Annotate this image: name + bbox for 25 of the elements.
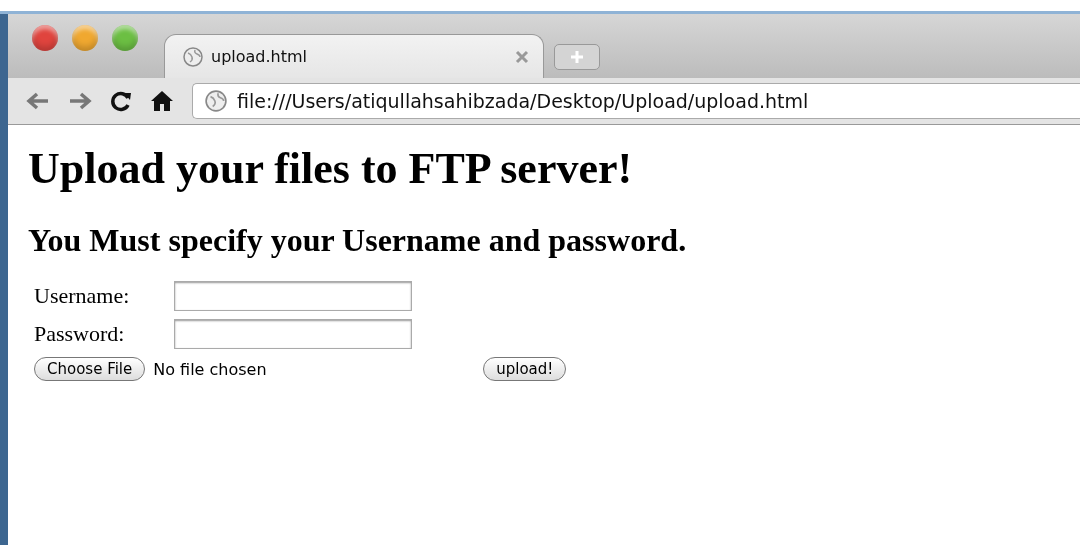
globe-icon xyxy=(183,46,203,67)
upload-button[interactable]: upload! xyxy=(483,357,567,381)
page-heading: Upload your files to FTP server! xyxy=(28,143,634,194)
new-tab-button[interactable] xyxy=(554,44,600,70)
field-label: Password: xyxy=(34,321,126,347)
page-subheading: You Must specify your Username and password. xyxy=(28,222,688,259)
plus-icon xyxy=(570,50,584,64)
tab-title: upload.html xyxy=(211,47,309,66)
input-field[interactable] xyxy=(174,319,412,349)
field-label: Username: xyxy=(34,283,131,309)
reload-icon[interactable] xyxy=(110,90,132,112)
address-bar[interactable]: file:///Users/atiqullahsahibzada/Desktop/Upload/upload.html xyxy=(192,83,1080,119)
forward-icon[interactable] xyxy=(68,91,92,111)
browser-tab[interactable]: upload.html xyxy=(164,34,544,78)
close-icon[interactable] xyxy=(515,49,529,64)
file-status: No file chosen xyxy=(153,359,268,379)
maximize-window-button[interactable] xyxy=(112,25,138,51)
input-field[interactable] xyxy=(174,281,412,311)
home-icon[interactable] xyxy=(150,90,174,112)
minimize-window-button[interactable] xyxy=(72,25,98,51)
choose-file-button[interactable]: Choose File xyxy=(34,357,146,381)
url-text: file:///Users/atiqullahsahibzada/Desktop/Upload/upload.html xyxy=(237,90,809,112)
back-icon[interactable] xyxy=(26,91,50,111)
close-window-button[interactable] xyxy=(32,25,58,51)
globe-icon xyxy=(205,90,227,112)
